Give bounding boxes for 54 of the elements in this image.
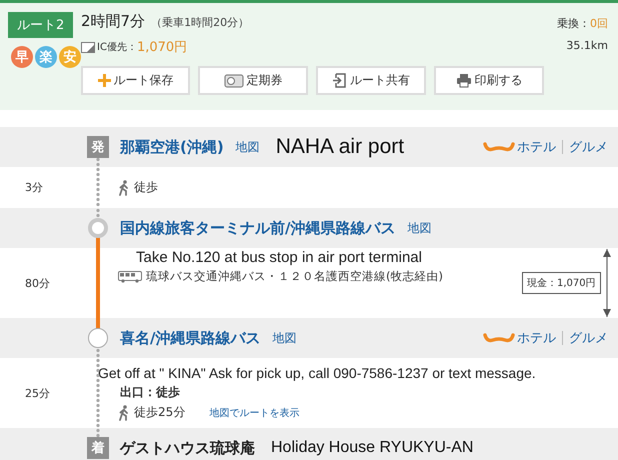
share-icon — [332, 73, 347, 88]
bus-icon — [118, 270, 142, 282]
annotation: Get off at " KINA" Ask for pick up, call 090-7586-1237 or text message. — [98, 365, 537, 381]
route-badge: 楽 — [35, 46, 57, 68]
action-button[interactable]: 印刷する — [434, 66, 544, 95]
printer-icon — [456, 73, 472, 88]
route-badge: 安 — [59, 46, 81, 68]
action-button[interactable]: ルート共有 — [316, 66, 426, 95]
station-marker — [88, 218, 108, 238]
annotation: Take No.120 at bus stop in air port terminal — [135, 249, 423, 266]
chain-icon — [483, 332, 515, 344]
chain-icon — [483, 141, 515, 153]
annotation: NAHA air port — [276, 135, 404, 159]
hotel-link[interactable]: ホテル — [517, 329, 556, 347]
gourmet-link[interactable]: グルメ — [569, 329, 608, 347]
station-marker: 発 — [87, 136, 109, 158]
station-name: ゲストハウス琉球庵 — [120, 438, 255, 458]
route-badge: 早 — [11, 46, 33, 68]
transfers-label: 乗換： — [557, 17, 590, 30]
fare-amount: 1,070円 — [136, 39, 188, 56]
segment-duration: 3分 — [25, 180, 43, 195]
action-button[interactable]: ルート保存 — [81, 66, 190, 95]
segment-duration: 80分 — [25, 276, 50, 290]
pass-card-icon — [224, 74, 244, 88]
segment-duration: 25分 — [25, 386, 50, 400]
route-map-link[interactable]: 地図でルートを表示 — [209, 406, 300, 420]
annotation: Holiday House RYUKYU-AN — [271, 439, 474, 457]
total-duration: 2時間7分 — [81, 12, 146, 31]
station-name[interactable]: 国内線旅客ターミナル前/沖縄県路線バス — [120, 218, 396, 238]
route-detail: 琉球バス交通沖縄バス・１２０名護西空港線(牧志経由) — [146, 269, 443, 284]
gourmet-link[interactable]: グルメ — [569, 138, 608, 156]
exit-label: 出口：徒歩 — [119, 384, 181, 401]
walking-person-icon — [118, 404, 130, 420]
route-detail: 徒歩25分 — [134, 404, 186, 421]
route-label: ルート2 — [8, 12, 74, 38]
ic-label: IC優先： — [97, 40, 137, 54]
fare-box: 現金：1,070円 — [522, 272, 601, 294]
map-link[interactable]: 地図 — [407, 220, 432, 236]
distance: 35.1km — [566, 39, 608, 52]
route-detail: 徒歩 — [134, 179, 158, 196]
map-link[interactable]: 地図 — [272, 330, 296, 346]
plus-icon — [98, 74, 110, 87]
walking-person-icon — [118, 180, 130, 196]
double-arrow-icon — [602, 248, 612, 318]
station-marker — [88, 328, 108, 348]
station-marker: 着 — [87, 437, 109, 459]
action-button[interactable]: 定期券 — [198, 66, 308, 95]
transfers-count: 0回 — [590, 17, 608, 30]
hotel-link[interactable]: ホテル — [517, 138, 556, 156]
card-icon — [81, 42, 95, 52]
station-name[interactable]: 那覇空港(沖縄) — [120, 138, 224, 156]
map-link[interactable]: 地図 — [236, 138, 260, 156]
ride-time: （乗車1時間20分） — [151, 15, 250, 30]
station-name[interactable]: 喜名/沖縄県路線バス — [120, 328, 260, 348]
